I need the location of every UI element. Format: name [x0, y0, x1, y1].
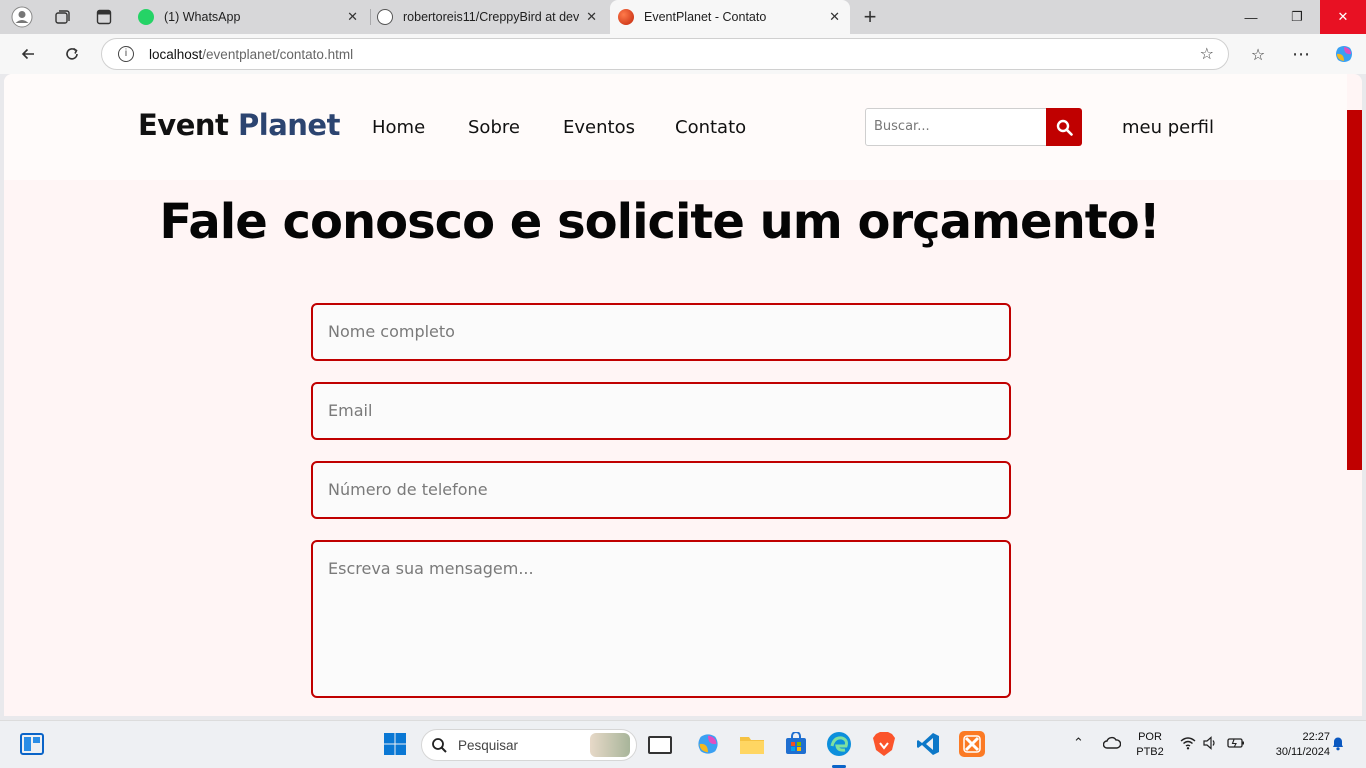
url-host: localhost: [149, 47, 203, 62]
brave-icon[interactable]: [871, 731, 897, 757]
logo-event: Event: [138, 108, 229, 142]
page-viewport: Event Planet Home Sobre Eventos Contato …: [4, 74, 1362, 716]
message-textarea[interactable]: Escreva sua mensagem...: [311, 540, 1011, 698]
profile-icon[interactable]: [10, 5, 34, 29]
nav-home[interactable]: Home: [372, 117, 425, 138]
more-menu-icon[interactable]: ⋯: [1289, 42, 1313, 66]
tab-title: (1) WhatsApp: [164, 10, 241, 24]
taskbar-search-placeholder: Pesquisar: [458, 738, 519, 753]
favorite-star-icon[interactable]: ☆: [1200, 44, 1214, 63]
new-tab-button[interactable]: +: [858, 4, 882, 29]
site-info-icon[interactable]: i: [118, 46, 134, 62]
xampp-icon[interactable]: [959, 731, 985, 757]
volume-icon[interactable]: [1203, 736, 1217, 754]
profile-link[interactable]: meu perfil: [1122, 117, 1214, 138]
store-icon[interactable]: [783, 731, 809, 757]
start-button-icon[interactable]: [382, 731, 408, 757]
site-logo[interactable]: Event Planet: [138, 108, 340, 142]
message-placeholder: Escreva sua mensagem...: [328, 559, 534, 578]
tab-separator: [370, 9, 371, 25]
tab-github[interactable]: robertoreis11/CreppyBird at deve ✕: [377, 0, 607, 34]
restore-button[interactable]: ❐: [1274, 0, 1320, 34]
browser-tab-strip: (1) WhatsApp ✕ robertoreis11/CreppyBird …: [0, 0, 1366, 34]
clock-date: 30/11/2024: [1275, 746, 1330, 758]
whatsapp-icon: [138, 9, 154, 25]
wifi-icon[interactable]: [1180, 736, 1196, 754]
scrollbar-thumb[interactable]: [1347, 110, 1362, 470]
site-header: Event Planet Home Sobre Eventos Contato …: [4, 74, 1347, 180]
widgets-icon[interactable]: [19, 731, 45, 757]
name-placeholder: Nome completo: [328, 322, 455, 341]
email-field[interactable]: Email: [311, 382, 1011, 440]
logo-planet: Planet: [238, 108, 340, 142]
copilot-app-icon[interactable]: [695, 731, 721, 757]
vscode-icon[interactable]: [915, 731, 941, 757]
url-path: /eventplanet/contato.html: [202, 47, 354, 62]
tab-eventplanet[interactable]: EventPlanet - Contato ✕: [610, 0, 850, 34]
tray-chevron-up-icon[interactable]: ⌃: [1073, 736, 1084, 751]
search-icon: [432, 738, 447, 753]
close-window-button[interactable]: ✕: [1320, 0, 1366, 34]
search-placeholder: Buscar...: [874, 119, 930, 134]
lang-bottom: PTB2: [1136, 746, 1164, 758]
back-arrow-icon[interactable]: [16, 42, 40, 66]
page-title: Fale conosco e solicite um orçamento!: [159, 194, 1160, 250]
notification-bell-icon[interactable]: [1331, 735, 1345, 755]
nav-eventos[interactable]: Eventos: [563, 117, 635, 138]
search-highlight-icon: [590, 733, 630, 757]
close-tab-icon[interactable]: ✕: [829, 9, 840, 25]
name-field[interactable]: Nome completo: [311, 303, 1011, 361]
file-explorer-icon[interactable]: [739, 731, 765, 757]
address-bar[interactable]: i localhost/eventplanet/contato.html ☆: [101, 38, 1229, 70]
workspaces-icon[interactable]: [50, 5, 74, 29]
lang-top: POR: [1138, 731, 1162, 743]
url-text: localhost/eventplanet/contato.html: [149, 47, 353, 62]
nav-sobre[interactable]: Sobre: [468, 117, 520, 138]
phone-placeholder: Número de telefone: [328, 480, 488, 499]
eventplanet-favicon-icon: [618, 9, 634, 25]
onedrive-cloud-icon[interactable]: [1102, 736, 1122, 754]
tab-title: EventPlanet - Contato: [644, 10, 767, 24]
refresh-icon[interactable]: [60, 42, 84, 66]
email-placeholder: Email: [328, 401, 373, 420]
copilot-icon[interactable]: [1332, 42, 1356, 66]
close-tab-icon[interactable]: ✕: [586, 9, 597, 25]
task-view-icon[interactable]: [648, 736, 672, 754]
tab-whatsapp[interactable]: (1) WhatsApp ✕: [138, 0, 368, 34]
input-language[interactable]: POR PTB2: [1134, 730, 1166, 760]
tab-actions-icon[interactable]: [92, 5, 116, 29]
clock[interactable]: 22:27 30/11/2024: [1256, 730, 1330, 760]
favorites-icon[interactable]: ☆: [1246, 42, 1270, 66]
search-button[interactable]: [1046, 108, 1082, 146]
phone-field[interactable]: Número de telefone: [311, 461, 1011, 519]
site-search-input[interactable]: Buscar...: [865, 108, 1047, 146]
clock-time: 22:27: [1302, 731, 1330, 743]
tab-title: robertoreis11/CreppyBird at deve: [403, 10, 579, 24]
browser-toolbar: i localhost/eventplanet/contato.html ☆ ☆…: [0, 34, 1366, 74]
close-tab-icon[interactable]: ✕: [347, 9, 358, 25]
search-icon: [1056, 119, 1073, 136]
nav-contato[interactable]: Contato: [675, 117, 746, 138]
battery-icon[interactable]: [1227, 736, 1245, 754]
taskbar: Pesquisar ⌃ POR PTB2 22:27 30/11/2024: [0, 720, 1366, 768]
github-icon: [377, 9, 393, 25]
taskbar-search-input[interactable]: Pesquisar: [421, 729, 637, 761]
edge-icon[interactable]: [826, 731, 852, 757]
minimize-button[interactable]: —: [1228, 0, 1274, 34]
